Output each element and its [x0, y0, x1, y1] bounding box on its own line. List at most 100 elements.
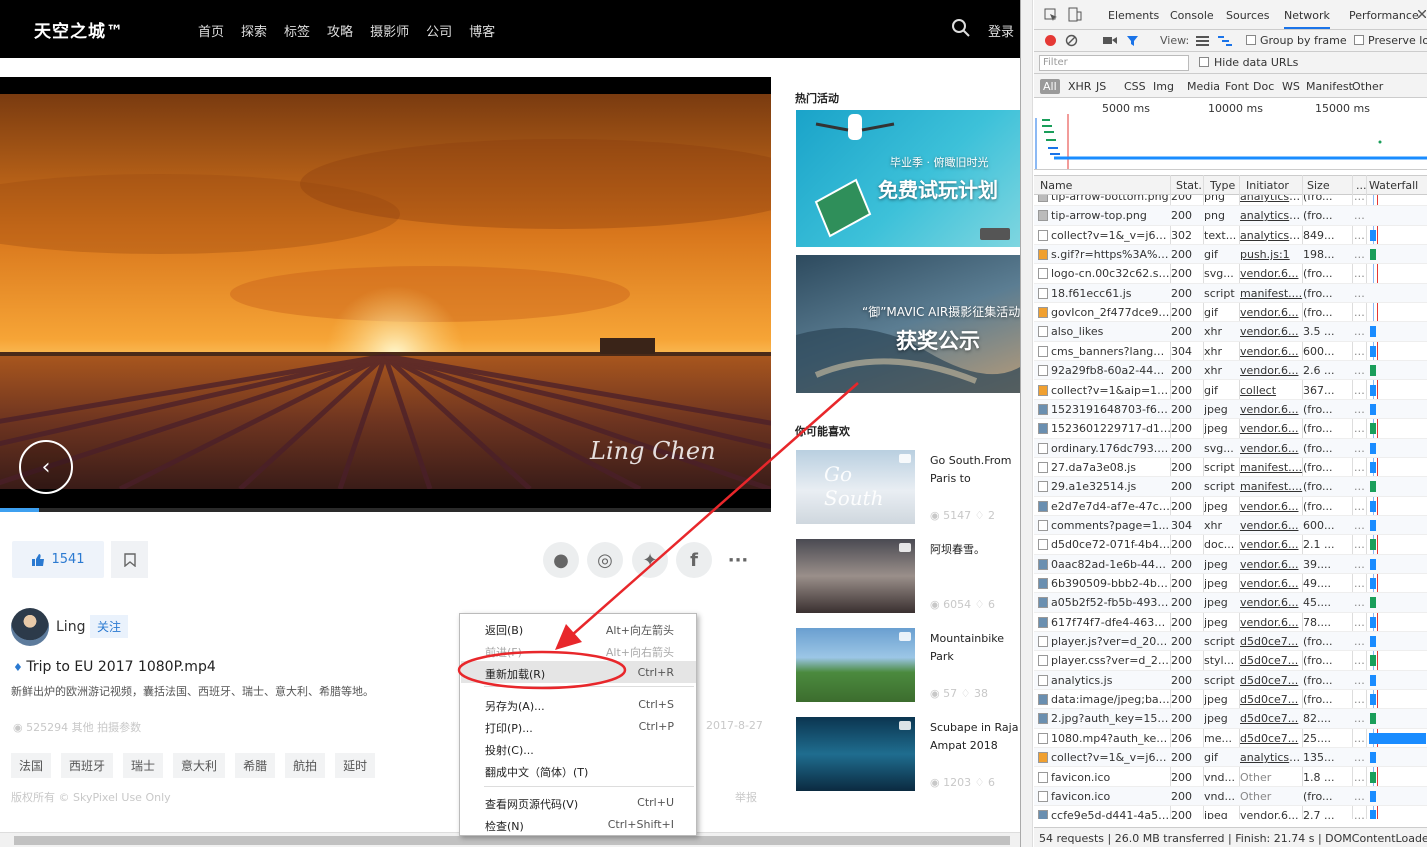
- banner-graduation[interactable]: 毕业季 · 俯瞰旧时光 免费试玩计划: [796, 110, 1020, 247]
- column-stat[interactable]: Stat...: [1176, 179, 1202, 192]
- recommendation-thumbnail[interactable]: [796, 628, 915, 702]
- scrollbar-thumb[interactable]: [14, 836, 1010, 845]
- request-initiator[interactable]: d5d0ce7...: [1240, 654, 1303, 667]
- request-initiator[interactable]: vendor.6...: [1240, 422, 1303, 435]
- login-link[interactable]: 登录: [988, 21, 1014, 40]
- tab-sources[interactable]: Sources: [1226, 9, 1270, 22]
- weibo-share-button[interactable]: ◎: [587, 542, 623, 578]
- twitter-share-button[interactable]: ✦: [632, 542, 668, 578]
- request-row[interactable]: ordinary.176dc793.svg 200 svg... vendor.6..…: [1034, 438, 1427, 458]
- close-icon[interactable]: [1418, 10, 1426, 18]
- request-initiator[interactable]: vendor.6...: [1240, 616, 1303, 629]
- context-menu-item[interactable]: 查看网页源代码(V) Ctrl+U: [461, 791, 696, 813]
- request-row[interactable]: data:image/jpeg;bas... 200 jpeg d5d0ce7...(…: [1034, 690, 1427, 710]
- request-row[interactable]: favicon.ico 200 vnd... Other 1.8 ......: [1034, 768, 1427, 787]
- request-initiator[interactable]: Other: [1240, 771, 1303, 784]
- request-row[interactable]: tip-arrow-bottom.png 200 png analytics....(…: [1034, 195, 1427, 207]
- request-row[interactable]: tip-arrow-top.png 200 png analytics.... (fro…: [1034, 206, 1427, 226]
- request-row[interactable]: 1080.mp4?auth_key... 206 me... d5d0ce7... 25…: [1034, 729, 1427, 749]
- request-initiator[interactable]: d5d0ce7...: [1240, 674, 1303, 687]
- request-row[interactable]: 2.jpg?auth_key=152... 200 jpeg d5d0ce7... 82…: [1034, 709, 1427, 729]
- like-button[interactable]: 1541: [12, 541, 104, 578]
- request-initiator[interactable]: d5d0ce7...: [1240, 693, 1303, 706]
- request-row[interactable]: d5d0ce72-071f-4b47... 200 doc... vendor.6..…: [1034, 535, 1427, 555]
- request-row[interactable]: cms_banners?langua... 304 xhr vendor.6... 60…: [1034, 342, 1427, 362]
- request-row[interactable]: a05b2f52-fb5b-493a... 200 jpeg vendor.6... 4…: [1034, 593, 1427, 613]
- recommendation-thumbnail[interactable]: [796, 717, 915, 791]
- inspect-element-icon[interactable]: [1044, 8, 1058, 22]
- nav-item[interactable]: 探索: [241, 21, 267, 40]
- page-vertical-scrollbar[interactable]: [1021, 0, 1033, 847]
- recommendation-thumbnail[interactable]: [796, 539, 915, 613]
- type-filter-media[interactable]: Media: [1187, 80, 1220, 93]
- request-initiator[interactable]: analytics....: [1240, 195, 1303, 203]
- tag-chip[interactable]: 法国: [11, 753, 52, 778]
- type-filter-doc[interactable]: Doc: [1253, 80, 1274, 93]
- request-initiator[interactable]: vendor.6...: [1240, 558, 1303, 571]
- banner-mavic-air[interactable]: “御”MAVIC AIR摄影征集活动 获奖公示: [796, 255, 1020, 393]
- context-menu-item[interactable]: 打印(P)... Ctrl+P: [461, 715, 696, 737]
- type-filter-font[interactable]: Font: [1225, 80, 1249, 93]
- record-icon[interactable]: [1044, 34, 1057, 47]
- request-row[interactable]: 18.f61ecc61.js 200 script manifest.... (fro.…: [1034, 283, 1427, 304]
- request-row[interactable]: favicon.ico 200 vnd... Other (fro......: [1034, 786, 1427, 807]
- tab-elements[interactable]: Elements: [1108, 9, 1159, 22]
- request-initiator[interactable]: manifest....: [1240, 480, 1303, 493]
- wechat-share-button[interactable]: ●: [543, 542, 579, 578]
- recommendation-thumbnail[interactable]: Go South: [796, 450, 915, 524]
- tag-chip[interactable]: 瑞士: [123, 753, 164, 778]
- request-initiator[interactable]: vendor.6...: [1240, 306, 1303, 319]
- request-row[interactable]: analytics.js 200 script d5d0ce7... (fro.....…: [1034, 670, 1427, 691]
- request-row[interactable]: 27.da7a3e08.js 200 script manifest.... (fro.…: [1034, 458, 1427, 478]
- request-initiator[interactable]: vendor.6...: [1240, 519, 1303, 532]
- request-initiator[interactable]: analytics....: [1240, 751, 1303, 764]
- group-by-frame-checkbox[interactable]: [1246, 35, 1256, 45]
- context-menu-item[interactable]: 翻成中文（简体）(T): [461, 759, 696, 781]
- type-filter-xhr[interactable]: XHR: [1068, 80, 1091, 93]
- recommendation-title[interactable]: 阿坝春雪。: [930, 541, 1020, 579]
- type-filter-css[interactable]: CSS: [1124, 80, 1146, 93]
- follow-button[interactable]: 关注: [90, 615, 129, 638]
- tag-chip[interactable]: 希腊: [235, 753, 276, 778]
- video-progress-bar[interactable]: [0, 508, 771, 512]
- type-filter-img[interactable]: Img: [1153, 80, 1174, 93]
- request-row[interactable]: collect?v=1&_v=j66... 200 gif analytics....…: [1034, 748, 1427, 768]
- request-row[interactable]: 29.a1e32514.js 200 script manifest.... (fro.…: [1034, 477, 1427, 497]
- type-filter-other[interactable]: Other: [1352, 80, 1383, 93]
- request-row[interactable]: 6b390509-bbb2-4ba... 200 jpeg vendor.6... 49…: [1034, 574, 1427, 594]
- device-toolbar-icon[interactable]: [1068, 7, 1082, 22]
- network-overview[interactable]: 5000 ms 10000 ms 15000 ms: [1034, 98, 1427, 170]
- request-initiator[interactable]: analytics....: [1240, 229, 1303, 242]
- recommendation-title[interactable]: Go South.From Paris to Antarctica.秘鲁.阿根廷: [930, 452, 1020, 490]
- type-filter-ws[interactable]: WS: [1282, 80, 1300, 93]
- request-initiator[interactable]: vendor.6...: [1240, 403, 1303, 416]
- request-initiator[interactable]: analytics....: [1240, 209, 1303, 222]
- nav-item[interactable]: 公司: [426, 21, 452, 40]
- column-waterfall[interactable]: Waterfall: [1369, 179, 1427, 192]
- context-menu-item[interactable]: 返回(B) Alt+向左箭头: [461, 617, 696, 639]
- column-name[interactable]: Name: [1040, 179, 1160, 192]
- nav-item[interactable]: 首页: [198, 21, 224, 40]
- tab-console[interactable]: Console: [1170, 9, 1214, 22]
- request-initiator[interactable]: vendor.6...: [1240, 500, 1303, 513]
- more-share-button[interactable]: ···: [720, 542, 756, 578]
- tab-performance[interactable]: Performance: [1349, 9, 1419, 22]
- hide-data-urls-checkbox[interactable]: [1199, 57, 1209, 67]
- request-row[interactable]: 617f74f7-dfe4-4638-... 200 jpeg vendor.6...…: [1034, 613, 1427, 633]
- tag-chip[interactable]: 意大利: [173, 753, 226, 778]
- request-row[interactable]: logo-cn.00c32c62.svg 200 svg... vendor.6...…: [1034, 264, 1427, 284]
- request-row[interactable]: player.js?ver=d_2016... 200 script d5d0ce7.…: [1034, 632, 1427, 652]
- column-time[interactable]: ...: [1356, 179, 1366, 192]
- tag-chip[interactable]: 航拍: [285, 753, 326, 778]
- recommendation-title[interactable]: Mountainbike Park: [930, 630, 1020, 668]
- tag-chip[interactable]: 西班牙: [61, 753, 114, 778]
- type-filter-js[interactable]: JS: [1096, 80, 1106, 93]
- recommendation-title[interactable]: Scubape in Raja Ampat 2018: [930, 719, 1020, 757]
- request-row[interactable]: also_likes 200 xhr vendor.6... 3.5 ......: [1034, 322, 1427, 342]
- nav-item[interactable]: 博客: [469, 21, 495, 40]
- request-initiator[interactable]: vendor.6...: [1240, 538, 1303, 551]
- video-player[interactable]: Ling Chen ‹: [0, 77, 771, 511]
- request-row[interactable]: e2d7e7d4-af7e-47cc... 200 jpeg vendor.6...(…: [1034, 497, 1427, 516]
- request-row[interactable]: ccfe9e5d-d441-4a59... 200 jpeg vendor.6... 2…: [1034, 806, 1427, 819]
- request-initiator[interactable]: Other: [1240, 790, 1303, 803]
